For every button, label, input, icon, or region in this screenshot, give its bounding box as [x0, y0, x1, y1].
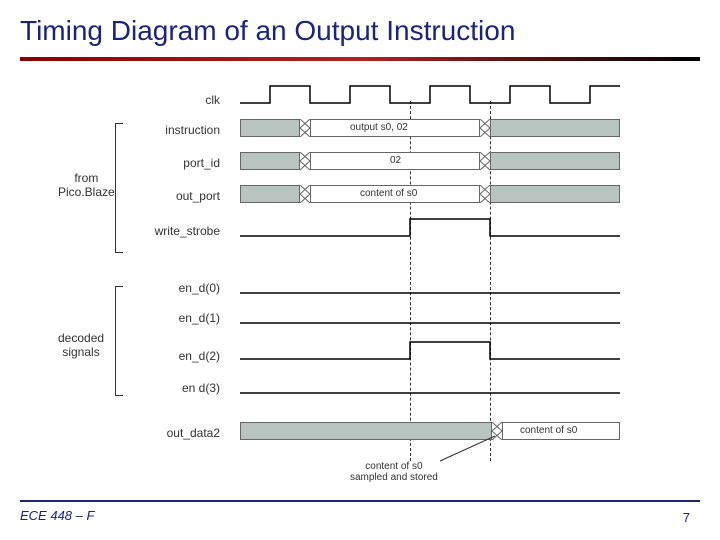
footer-line	[20, 500, 700, 502]
label-clk: clk	[130, 93, 220, 107]
annotation-connector	[380, 391, 510, 466]
waveform-area: output s0, 02 02 content of s0	[240, 71, 640, 471]
instruction-value: output s0, 02	[350, 122, 408, 133]
label-end3: en d(3)	[130, 381, 220, 395]
group-label-picoblaze: from Pico.Blaze	[58, 171, 115, 199]
end0-waveform	[240, 276, 620, 296]
footer: ECE 448 – F 7	[0, 500, 720, 530]
outdata2-value: content of s0	[520, 425, 577, 436]
title-underline	[20, 57, 700, 61]
label-portid: port_id	[130, 156, 220, 170]
end1-waveform	[240, 306, 620, 326]
label-end0: en_d(0)	[130, 281, 220, 295]
label-end2: en_d(2)	[130, 349, 220, 363]
portid-bus-3	[490, 152, 620, 170]
bracket-picoblaze	[115, 123, 123, 253]
label-end1: en_d(1)	[130, 311, 220, 325]
annotation-text: content of s0 sampled and stored	[350, 461, 438, 483]
footer-text: ECE 448 – F	[0, 508, 94, 523]
timing-diagram: from Pico.Blaze decoded signals clk inst…	[20, 71, 700, 491]
instruction-bus-3	[490, 119, 620, 137]
label-outdata2: out_data2	[130, 426, 220, 440]
clk-waveform	[240, 83, 620, 108]
portid-bus-1	[240, 152, 300, 170]
outport-bus-3	[490, 185, 620, 203]
outport-bus-1	[240, 185, 300, 203]
instruction-bus-1	[240, 119, 300, 137]
label-outport: out_port	[130, 189, 220, 203]
bracket-decoded	[115, 286, 123, 396]
end2-waveform	[240, 339, 620, 364]
outport-value: content of s0	[360, 188, 417, 199]
label-instruction: instruction	[130, 123, 220, 137]
group-label-decoded: decoded signals	[58, 331, 104, 359]
page-number: 7	[683, 510, 690, 525]
writestrobe-waveform	[240, 216, 620, 241]
portid-value: 02	[390, 155, 401, 166]
page-title: Timing Diagram of an Output Instruction	[0, 0, 720, 57]
label-writestrobe: write_strobe	[130, 224, 220, 238]
